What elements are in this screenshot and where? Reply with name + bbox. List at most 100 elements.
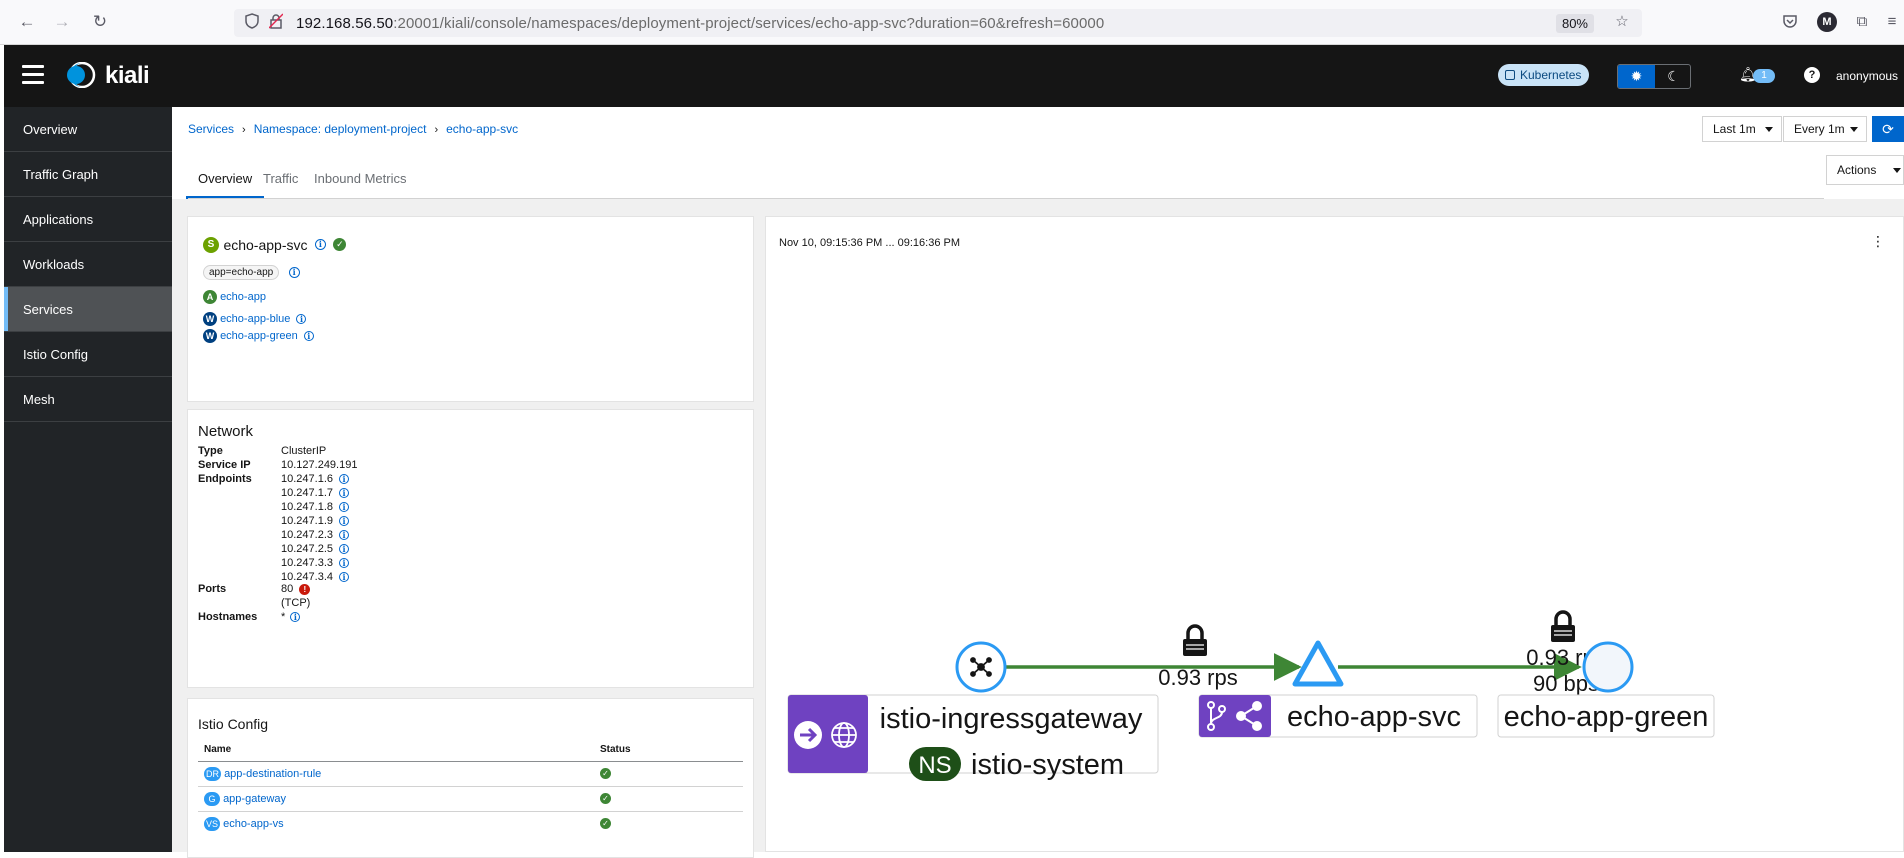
forward-icon[interactable]: → <box>52 12 72 32</box>
tab-inbound-metrics[interactable]: Inbound Metrics <box>314 171 407 199</box>
info-icon[interactable]: i <box>339 572 350 583</box>
breadcrumb-service[interactable]: echo-app-svc <box>446 122 518 136</box>
service-ip-label: Service IP <box>198 459 251 471</box>
breadcrumb-namespace[interactable]: Namespace: deployment-project <box>254 122 427 136</box>
info-icon[interactable]: i <box>314 239 326 251</box>
sidebar-item-overview[interactable]: Overview <box>4 107 172 152</box>
zoom-level[interactable]: 80% <box>1555 14 1594 33</box>
table-row: DR app-destination-rule ✓ <box>198 762 743 787</box>
traffic-graph[interactable]: 0.93 rps 0.93 rps 90 bps istio-ingressga… <box>766 217 1904 853</box>
user-menu[interactable]: anonymous <box>1836 69 1898 83</box>
info-icon[interactable]: i <box>339 488 350 499</box>
istio-config-title: Istio Config <box>198 716 269 732</box>
config-link[interactable]: echo-app-vs <box>223 818 284 830</box>
istio-config-card: Istio Config Name Status DR app-destinat… <box>187 698 754 858</box>
caret-down-icon <box>1850 127 1858 132</box>
insecure-lock-icon[interactable] <box>266 13 286 33</box>
config-name-cell: DR app-destination-rule <box>204 762 321 787</box>
main-content: Services › Namespace: deployment-project › e… <box>172 107 1904 858</box>
sidebar-item-traffic-graph[interactable]: Traffic Graph <box>4 152 172 197</box>
address-bar[interactable]: 192.168.56.50:20001/kiali/console/namesp… <box>234 9 1642 37</box>
config-name-cell: G app-gateway <box>204 787 286 812</box>
config-name-cell: VS echo-app-vs <box>204 812 284 837</box>
breadcrumb-services[interactable]: Services <box>188 122 234 136</box>
time-range-select[interactable]: Last 1m <box>1702 116 1782 142</box>
hostnames-label: Hostnames <box>198 611 258 623</box>
sidebar-item-services[interactable]: Services <box>4 287 172 332</box>
endpoint: 10.247.3.4 i <box>281 571 350 583</box>
graph-node-ingressgateway[interactable] <box>955 641 1007 693</box>
node-namespace: istio-system <box>971 749 1124 781</box>
label-row: app=echo-app i <box>203 264 300 282</box>
info-icon[interactable]: i <box>339 502 350 513</box>
tab-divider <box>188 198 1824 199</box>
app-kind-badge: A <box>203 290 217 304</box>
theme-toggle[interactable]: ✹ ☾ <box>1617 64 1691 89</box>
column-name: Name <box>204 744 232 755</box>
info-icon[interactable]: i <box>303 331 314 341</box>
masthead: kiali Kubernetes ✹ ☾ 🔔︎ 1 ? anonymous <box>4 45 1904 107</box>
sidebar-item-applications[interactable]: Applications <box>4 197 172 242</box>
tab-overview[interactable]: Overview <box>185 171 265 199</box>
gateway-arrow-icon <box>794 721 822 749</box>
workload-kind-badge: W <box>203 312 217 326</box>
info-icon[interactable]: i <box>339 516 350 527</box>
info-icon[interactable]: i <box>288 267 300 279</box>
bookmark-star-icon[interactable]: ☆ <box>1612 12 1632 32</box>
service-kind-badge: S <box>203 236 219 253</box>
extensions-icon[interactable]: ⧉ <box>1852 13 1872 33</box>
help-icon[interactable]: ? <box>1804 67 1820 83</box>
graph-node-workload[interactable] <box>1582 641 1634 693</box>
actions-dropdown[interactable]: Actions <box>1826 155 1904 185</box>
resource-type-badge: DR <box>204 767 221 782</box>
info-icon[interactable]: i <box>296 314 307 324</box>
menu-icon[interactable]: ≡ <box>1882 13 1902 33</box>
brand-name[interactable]: kiali <box>105 62 150 90</box>
breadcrumb-separator-icon: › <box>434 124 439 136</box>
info-icon[interactable]: i <box>339 558 350 569</box>
back-icon[interactable]: ← <box>17 12 37 32</box>
info-icon[interactable]: i <box>339 530 350 541</box>
sidebar-item-workloads[interactable]: Workloads <box>4 242 172 287</box>
status-ok-icon: ✓ <box>600 818 611 829</box>
edge-rate-label: 0.93 rps <box>1158 665 1238 690</box>
sidebar-item-mesh[interactable]: Mesh <box>4 377 172 422</box>
health-ok-icon[interactable]: ✓ <box>333 238 347 252</box>
config-link[interactable]: app-destination-rule <box>224 768 321 780</box>
node-label-service[interactable]: echo-app-svc <box>1198 694 1478 738</box>
refresh-interval-select[interactable]: Every 1m <box>1783 116 1867 142</box>
graph-node-service[interactable] <box>1292 640 1344 687</box>
error-icon[interactable]: ! <box>299 583 311 595</box>
sidebar-item-istio-config[interactable]: Istio Config <box>4 332 172 377</box>
app-link[interactable]: echo-app <box>220 291 266 303</box>
pocket-icon[interactable] <box>1780 13 1800 33</box>
url-text: 192.168.56.50:20001/kiali/console/namesp… <box>296 15 1105 32</box>
info-icon[interactable]: i <box>290 612 301 623</box>
node-label-ingressgateway[interactable]: istio-ingressgateway NS istio-system <box>787 694 1159 781</box>
info-icon[interactable]: i <box>339 544 350 555</box>
node-label-workload[interactable]: echo-app-green <box>1497 694 1715 738</box>
page-header: Services › Namespace: deployment-project › e… <box>172 107 1904 199</box>
refresh-icon[interactable]: ⟳ <box>1872 116 1904 142</box>
profile-avatar[interactable]: M <box>1817 12 1837 32</box>
service-card: S echo-app-svc i ✓ app=echo-app i A echo… <box>187 216 754 402</box>
endpoint: 10.247.1.9 i <box>281 515 350 527</box>
column-status: Status <box>600 744 631 755</box>
workload-link[interactable]: echo-app-green <box>220 330 298 342</box>
breadcrumb-separator-icon: › <box>242 124 246 136</box>
shield-icon[interactable] <box>242 13 262 33</box>
hamburger-menu-icon[interactable] <box>22 65 44 85</box>
light-theme-icon[interactable]: ✹ <box>1618 65 1655 88</box>
endpoint: 10.247.2.5 i <box>281 543 350 555</box>
kiali-logo-icon <box>67 62 96 88</box>
config-link[interactable]: app-gateway <box>223 793 286 805</box>
reload-icon[interactable]: ↻ <box>90 12 110 32</box>
workload-link[interactable]: echo-app-blue <box>220 313 290 325</box>
tab-traffic[interactable]: Traffic <box>263 171 298 199</box>
table-header: Name Status <box>198 737 743 762</box>
protocol-value: (TCP) <box>281 597 311 609</box>
dark-theme-icon[interactable]: ☾ <box>1655 65 1690 88</box>
notification-count[interactable]: 1 <box>1753 69 1775 83</box>
caret-down-icon <box>1765 127 1773 132</box>
info-icon[interactable]: i <box>339 474 350 485</box>
